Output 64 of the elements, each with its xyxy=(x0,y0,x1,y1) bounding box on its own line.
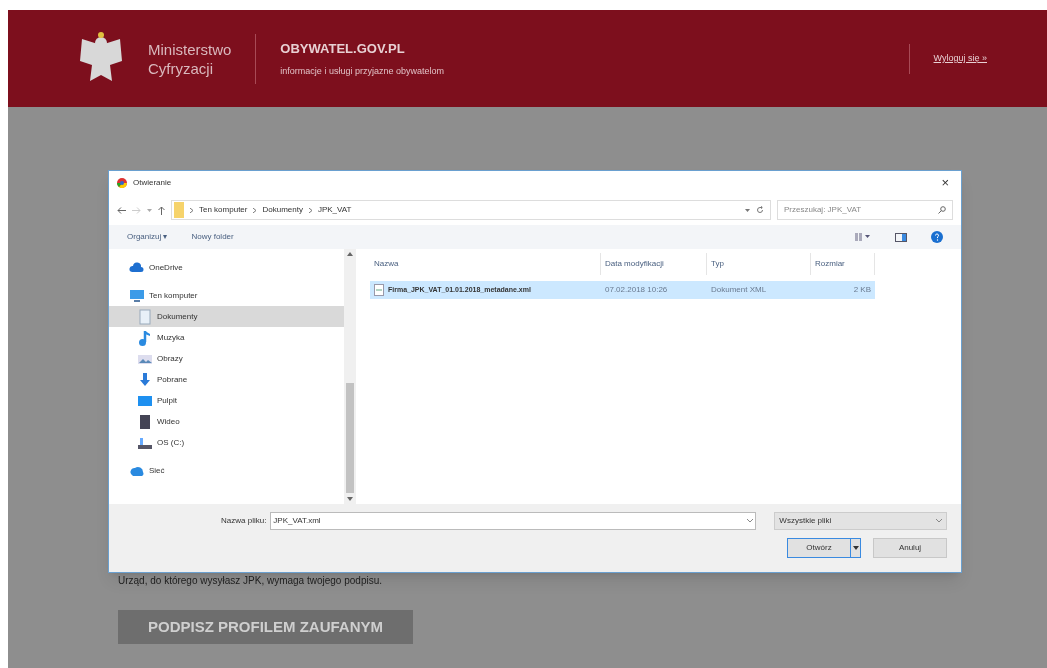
nav-item[interactable]: OS (C:) xyxy=(109,432,344,453)
scrollbar[interactable] xyxy=(344,249,356,504)
ministry-name: Cyfryzacji xyxy=(148,58,214,78)
document-icon xyxy=(137,308,153,325)
chevron-down-icon[interactable] xyxy=(745,208,750,212)
nav-item[interactable]: Dokumenty xyxy=(109,306,344,327)
breadcrumb[interactable]: Dokumenty xyxy=(262,204,303,216)
ministry-name: Ministerstwo xyxy=(148,39,232,59)
nav-item[interactable]: OneDrive xyxy=(109,257,344,278)
open-button[interactable]: Otwórz xyxy=(788,539,850,557)
nav-item[interactable]: Obrazy xyxy=(109,348,344,369)
file-date: 07.02.2018 10:26 xyxy=(604,284,669,296)
search-input[interactable]: Przeszukaj: JPK_VAT xyxy=(784,204,938,216)
filename-input[interactable]: JPK_VAT.xml xyxy=(273,515,748,527)
breadcrumb[interactable]: Ten komputer xyxy=(199,204,248,216)
address-bar[interactable]: Ten komputer Dokumenty JPK_VAT xyxy=(171,200,771,220)
scroll-up-arrow-icon[interactable] xyxy=(347,252,353,256)
chevron-right-icon xyxy=(308,207,312,213)
file-type: Dokument XML xyxy=(710,284,768,296)
nav-item[interactable]: Wideo xyxy=(109,411,344,432)
nav-item[interactable]: Pulpit xyxy=(109,390,344,411)
chrome-logo-icon xyxy=(117,178,127,188)
cancel-button[interactable]: Anuluj xyxy=(873,538,947,558)
search-field[interactable]: Przeszukaj: JPK_VAT xyxy=(777,200,953,220)
filename-label: Nazwa pliku: xyxy=(221,515,267,527)
open-dropdown-button[interactable] xyxy=(850,539,860,557)
site-tagline: informacje i usługi przyjazne obywatelom xyxy=(280,64,444,78)
chevron-right-icon xyxy=(253,207,257,213)
file-type-value: Wszystkie pliki xyxy=(779,515,833,527)
chevron-right-icon xyxy=(190,207,193,213)
filename-field[interactable]: JPK_VAT.xml xyxy=(270,512,757,530)
file-type-dropdown[interactable]: Wszystkie pliki xyxy=(774,512,947,530)
scroll-down-arrow-icon[interactable] xyxy=(347,497,353,501)
column-header[interactable]: Typ xyxy=(707,253,811,275)
xml-file-icon xyxy=(374,284,384,296)
column-header[interactable]: Data modyfikacji xyxy=(601,253,707,275)
refresh-icon[interactable] xyxy=(756,206,764,214)
close-button[interactable]: × xyxy=(937,173,953,193)
site-name: OBYWATEL.GOV.PL xyxy=(280,40,406,58)
up-arrow-icon[interactable] xyxy=(158,205,165,215)
chevron-down-icon xyxy=(936,519,942,523)
toolbar-button[interactable]: Nowy folder xyxy=(191,231,234,243)
nav-item[interactable]: Pobrane xyxy=(109,369,344,390)
column-header[interactable]: Rozmiar xyxy=(811,253,875,275)
preview-pane-icon[interactable] xyxy=(895,232,907,242)
signature-note: Urząd, do którego wysyłasz JPK, wymaga twojego podpisu. xyxy=(118,574,383,588)
nav-item[interactable]: Sieć xyxy=(109,460,344,481)
back-arrow-icon[interactable] xyxy=(117,206,126,214)
help-icon[interactable] xyxy=(931,231,943,243)
nav-item[interactable]: Muzyka xyxy=(109,327,344,348)
music-note-icon xyxy=(137,329,153,346)
column-header[interactable]: Nazwa xyxy=(370,253,601,275)
logout-link[interactable]: Wyloguj się » xyxy=(933,51,987,66)
caret-down-icon xyxy=(852,546,859,550)
dialog-title: Otwieranie xyxy=(133,177,172,189)
download-icon xyxy=(137,371,153,388)
file-size: 2 KB xyxy=(852,284,872,296)
monitor-icon xyxy=(129,287,145,304)
view-options-icon[interactable] xyxy=(855,233,871,241)
nav-item[interactable]: Ten komputer xyxy=(109,285,344,306)
search-icon xyxy=(938,206,946,214)
toolbar-button[interactable]: Organizuj ▾ xyxy=(127,231,168,243)
breadcrumb[interactable]: JPK_VAT xyxy=(317,204,352,216)
chevron-down-icon xyxy=(747,519,754,523)
